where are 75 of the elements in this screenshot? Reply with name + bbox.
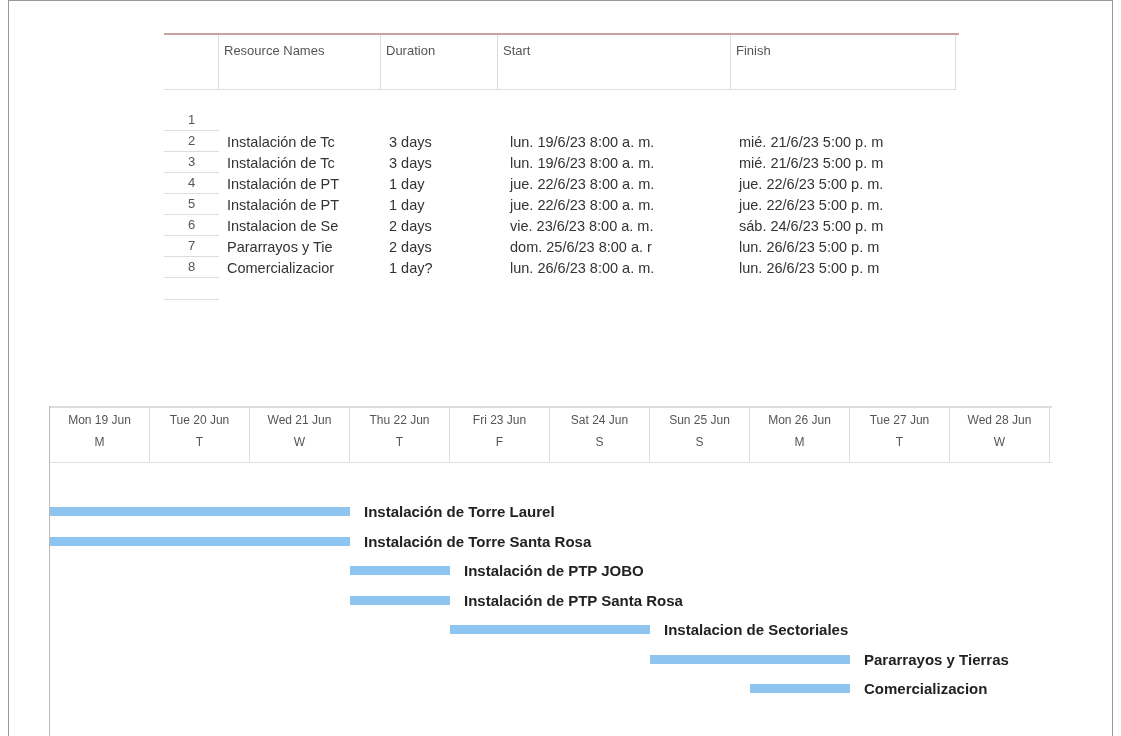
- day-date: Fri 23 Jun: [472, 412, 527, 429]
- day-letter: W: [993, 434, 1006, 451]
- table-cell-text: Comercializacior: [226, 258, 336, 278]
- table-cell-text: mié. 21/6/23 5:00 p. m: [738, 153, 885, 173]
- task-label: Instalación de PTP Santa Rosa: [464, 590, 683, 611]
- row-number: 7: [164, 236, 219, 257]
- table-cell-text: Pararrayos y Tie: [226, 237, 334, 257]
- day-date: Mon 26 Jun: [768, 412, 831, 429]
- row-number: 6: [164, 215, 219, 236]
- row-number: 4: [164, 173, 219, 194]
- column-header[interactable]: Start: [498, 35, 731, 90]
- row-number: 2: [164, 131, 219, 152]
- day-letter: S: [695, 434, 704, 451]
- task-bar[interactable]: [350, 595, 450, 605]
- day-letter: F: [495, 434, 504, 451]
- day-letter: T: [895, 434, 904, 451]
- table-cell-text: 3 days: [388, 132, 433, 152]
- table-cell-text: Instalación de Tc: [226, 132, 336, 152]
- task-label: Instalación de Torre Santa Rosa: [364, 531, 592, 552]
- table-cell-text: mié. 21/6/23 5:00 p. m: [738, 132, 885, 152]
- table-cell-text: dom. 25/6/23 8:00 a. r: [509, 237, 653, 257]
- table-cell-text: lun. 26/6/23 8:00 a. m.: [509, 258, 656, 278]
- table-cell-text: Instalación de PT: [226, 195, 341, 215]
- task-bar[interactable]: [350, 566, 450, 575]
- day-date: Mon 19 Jun: [68, 412, 131, 429]
- day-date: Sun 25 Jun: [669, 412, 730, 429]
- day-date: Wed 21 Jun: [267, 412, 332, 429]
- day-letter: T: [195, 434, 204, 451]
- task-label: Instalacion de Sectoriales: [664, 620, 849, 640]
- day-letter: W: [293, 434, 306, 451]
- day-date: Sat 24 Jun: [570, 412, 629, 429]
- table-cell-text: 1 day: [388, 195, 426, 215]
- day-date: Tue 20 Jun: [169, 412, 230, 429]
- table-cell-text: lun. 19/6/23 8:00 a. m.: [509, 132, 656, 152]
- task-label: Pararrayos y Tierras: [864, 649, 1009, 670]
- table-cell-text: jue. 22/6/23 5:00 p. m.: [737, 195, 885, 215]
- task-bar[interactable]: [50, 507, 350, 516]
- row-header-corner: [164, 35, 219, 90]
- day-letter: S: [595, 434, 604, 451]
- table-cell-text: vie. 23/6/23 8:00 a. m.: [509, 216, 655, 236]
- table-cell-text: 2 days: [388, 216, 433, 236]
- column-header[interactable]: Resource Names: [219, 35, 381, 90]
- day-letter: T: [395, 434, 404, 451]
- table-cell-text: 1 day?: [388, 258, 434, 278]
- day-date: Thu 22 Jun: [369, 412, 430, 429]
- table-cell-text: lun. 19/6/23 8:00 a. m.: [509, 153, 656, 173]
- column-header[interactable]: Finish: [731, 35, 956, 90]
- table-cell-text: jue. 22/6/23 8:00 a. m.: [508, 174, 656, 194]
- row-number: 1: [164, 110, 219, 131]
- table-cell-text: 2 days: [388, 237, 433, 257]
- row-number: 8: [164, 257, 219, 278]
- task-label: Instalación de Torre Laurel: [364, 502, 555, 522]
- table-cell-text: jue. 22/6/23 5:00 p. m.: [737, 174, 885, 194]
- row-number: 3: [164, 152, 219, 173]
- table-cell-text: jue. 22/6/23 8:00 a. m.: [508, 195, 656, 215]
- task-label: Comercializacion: [864, 679, 988, 699]
- table-cell-text: lun. 26/6/23 5:00 p. m: [738, 237, 881, 257]
- table-cell-text: Instalación de Tc: [226, 153, 336, 173]
- table-cell-text: 1 day: [388, 174, 426, 194]
- table-cell-text: 3 days: [388, 153, 433, 173]
- task-bar[interactable]: [650, 654, 850, 664]
- day-date: Tue 27 Jun: [869, 412, 930, 429]
- table-cell-text: Instalacion de Se: [226, 216, 340, 236]
- table-cell-text: lun. 26/6/23 5:00 p. m: [738, 258, 881, 278]
- task-label: Instalación de PTP JOBO: [464, 561, 644, 581]
- task-bar[interactable]: [450, 625, 650, 634]
- table-cell-text: Instalación de PT: [226, 174, 341, 194]
- row-number: 5: [164, 194, 219, 215]
- day-date: Wed 28 Jun: [967, 412, 1032, 429]
- day-letter: M: [794, 434, 805, 451]
- task-bar[interactable]: [750, 684, 850, 693]
- task-bar[interactable]: [50, 536, 350, 546]
- table-cell-text: sáb. 24/6/23 5:00 p. m: [738, 216, 885, 236]
- day-letter: M: [94, 434, 105, 451]
- column-header[interactable]: Duration: [381, 35, 498, 90]
